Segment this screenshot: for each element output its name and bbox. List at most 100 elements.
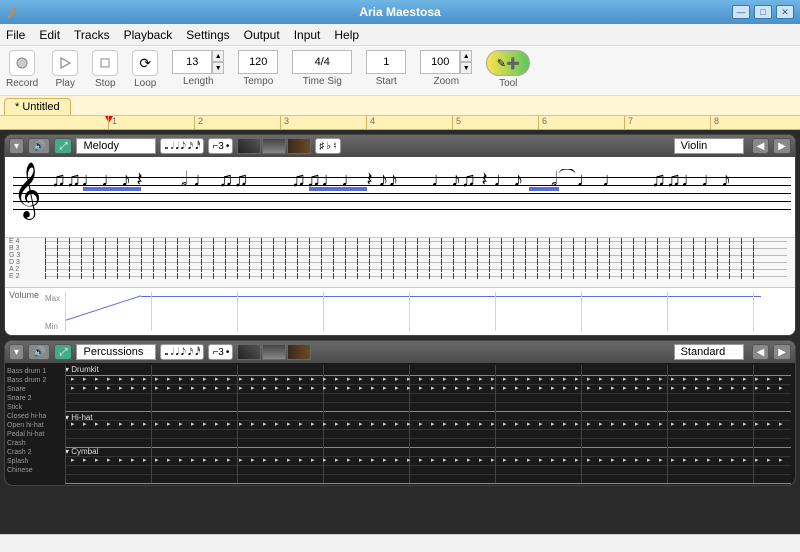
tool-label: Tool (499, 78, 517, 89)
menu-edit[interactable]: Edit (39, 28, 60, 42)
drum-row[interactable]: ▾ Drumkit (63, 365, 101, 374)
triplet-icon[interactable]: ⌐3 (212, 347, 223, 358)
length-up[interactable]: ▲ (212, 50, 224, 62)
record-label: Record (6, 78, 38, 89)
volume-editor[interactable]: Volume Max Min (5, 287, 795, 335)
string-label: B 3 (9, 245, 20, 252)
menu-file[interactable]: File (6, 28, 25, 42)
note-whole[interactable]: 𝅝 (164, 347, 168, 358)
record-button[interactable] (9, 50, 35, 76)
track-expand-button[interactable]: ⤢ (54, 138, 72, 154)
note-quarter[interactable]: 𝅘𝅥 (176, 141, 179, 152)
note-strip[interactable]: ♫♫♩♩♪ 𝄽 𝅗𝅥 ♩ ♫♫ ♫♫♩♩ 𝄽 ♪♪ ♩♪♫ 𝄽 ♩♪ 𝅗𝅥⁀♩ … (51, 169, 787, 225)
note-sixteenth[interactable]: 𝅘𝅥𝅯 (188, 141, 193, 152)
note-eighth[interactable]: 𝅘𝅥𝅮 (181, 141, 186, 152)
ruler-tick: 8 (710, 116, 719, 129)
add-icon: ➕ (506, 57, 520, 70)
timesig-input[interactable]: 4/4 (292, 50, 352, 74)
note-mod-toolbar: ⌐3 • (208, 138, 233, 154)
triplet-icon[interactable]: ⌐3 (212, 141, 223, 152)
natural-icon[interactable]: ♮ (333, 141, 337, 152)
statusbar (0, 534, 800, 552)
view-thumbnails[interactable] (237, 138, 311, 154)
track-name-input[interactable]: Melody (76, 138, 156, 154)
ruler-tick: 5 (452, 116, 461, 129)
string-label: E 4 (9, 238, 20, 245)
note-half[interactable]: 𝅗𝅥 (170, 347, 173, 358)
zoom-up[interactable]: ▲ (460, 50, 472, 62)
menu-help[interactable]: Help (334, 28, 359, 42)
stop-button[interactable] (92, 50, 118, 76)
document-tab[interactable]: * Untitled (4, 98, 71, 115)
note-duration-toolbar: 𝅝 𝅗𝅥 𝅘𝅥 𝅘𝅥𝅮 𝅘𝅥𝅯 𝅘𝅥𝅰 (160, 344, 204, 360)
note-thirtysecond[interactable]: 𝅘𝅥𝅰 (195, 347, 200, 358)
note-half[interactable]: 𝅗𝅥 (170, 141, 173, 152)
loop-label: Loop (134, 78, 156, 89)
track-mute-button[interactable]: 🔊 (28, 344, 50, 360)
flat-icon[interactable]: ♭ (326, 141, 331, 152)
note-duration-toolbar: 𝅝 𝅗𝅥 𝅘𝅥 𝅘𝅥𝅮 𝅘𝅥𝅯 𝅘𝅥𝅰 (160, 138, 204, 154)
pencil-icon: ✎ (497, 57, 506, 70)
dotted-icon[interactable]: • (226, 347, 230, 358)
track-melody: ▾ 🔊 ⤢ Melody 𝅝 𝅗𝅥 𝅘𝅥 𝅘𝅥𝅮 𝅘𝅥𝅯 𝅘𝅥𝅰 ⌐3 • ♯ … (4, 134, 796, 336)
app-icon (6, 5, 20, 19)
window-title: Aria Maestosa (359, 5, 440, 19)
start-label: Start (376, 76, 397, 87)
string-label: A 2 (9, 266, 19, 273)
zoom-down[interactable]: ▼ (460, 62, 472, 74)
length-label: Length (183, 76, 214, 87)
track-scroll-left[interactable]: ◀ (752, 344, 770, 360)
track-scroll-right[interactable]: ▶ (773, 344, 791, 360)
start-input[interactable]: 1 (366, 50, 406, 74)
note-quarter[interactable]: 𝅘𝅥 (176, 347, 179, 358)
view-thumbnails[interactable] (237, 344, 311, 360)
tab-editor[interactable]: E 4 B 3 G 3 D 3 A 2 E 2 (5, 237, 795, 287)
track-mute-button[interactable]: 🔊 (28, 138, 50, 154)
track-name-input[interactable]: Percussions (76, 344, 156, 360)
ruler-tick: 6 (538, 116, 547, 129)
note-sixteenth[interactable]: 𝅘𝅥𝅯 (188, 347, 193, 358)
close-button[interactable]: ✕ (776, 5, 794, 19)
track-scroll-left[interactable]: ◀ (752, 138, 770, 154)
length-down[interactable]: ▼ (212, 62, 224, 74)
track-expand-button[interactable]: ⤢ (54, 344, 72, 360)
tool-button[interactable]: ✎➕ (486, 50, 530, 76)
play-label: Play (56, 78, 75, 89)
sharp-icon[interactable]: ♯ (319, 141, 324, 152)
track-collapse-button[interactable]: ▾ (9, 344, 24, 360)
timesig-label: Time Sig (303, 76, 342, 87)
menubar: File Edit Tracks Playback Settings Outpu… (0, 24, 800, 46)
minimize-button[interactable]: — (732, 5, 750, 19)
menu-output[interactable]: Output (244, 28, 280, 42)
note-thirtysecond[interactable]: 𝅘𝅥𝅰 (195, 141, 200, 152)
track-instrument-select[interactable]: Standard (674, 344, 744, 360)
string-label: D 3 (9, 259, 20, 266)
zoom-input[interactable]: 100 (420, 50, 460, 74)
track-header: ▾ 🔊 ⤢ Percussions 𝅝 𝅗𝅥 𝅘𝅥 𝅘𝅥𝅮 𝅘𝅥𝅯 𝅘𝅥𝅰 ⌐3… (5, 341, 795, 363)
menu-settings[interactable]: Settings (186, 28, 229, 42)
play-button[interactable] (52, 50, 78, 76)
note-whole[interactable]: 𝅝 (164, 141, 168, 152)
maximize-button[interactable]: □ (754, 5, 772, 19)
timeline-ruler[interactable]: 12345678 (0, 116, 800, 130)
string-label: E 2 (9, 273, 20, 280)
track-instrument-select[interactable]: Violin (674, 138, 744, 154)
note-eighth[interactable]: 𝅘𝅥𝅮 (181, 347, 186, 358)
menu-tracks[interactable]: Tracks (74, 28, 110, 42)
dotted-icon[interactable]: • (226, 141, 230, 152)
loop-button[interactable]: ⟳ (132, 50, 158, 76)
accidentals-toolbar: ♯ ♭ ♮ (315, 138, 340, 154)
track-scroll-right[interactable]: ▶ (773, 138, 791, 154)
note-mod-toolbar: ⌐3 • (208, 344, 233, 360)
document-tabbar: * Untitled (0, 96, 800, 116)
track-collapse-button[interactable]: ▾ (9, 138, 24, 154)
drum-editor[interactable]: Bass drum 1Bass drum 2SnareSnare 2StickC… (5, 363, 795, 485)
tempo-input[interactable]: 120 (238, 50, 278, 74)
track-percussions: ▾ 🔊 ⤢ Percussions 𝅝 𝅗𝅥 𝅘𝅥 𝅘𝅥𝅮 𝅘𝅥𝅯 𝅘𝅥𝅰 ⌐3… (4, 340, 796, 486)
length-input[interactable]: 13 (172, 50, 212, 74)
ruler-tick: 3 (280, 116, 289, 129)
score-editor[interactable]: 𝄞 ♫♫♩♩♪ 𝄽 𝅗𝅥 ♩ ♫♫ ♫♫♩♩ 𝄽 ♪♪ ♩♪♫ 𝄽 ♩♪ 𝅗𝅥⁀… (5, 157, 795, 237)
drum-row[interactable]: ▾ Cymbal (63, 447, 100, 456)
menu-input[interactable]: Input (294, 28, 321, 42)
menu-playback[interactable]: Playback (124, 28, 173, 42)
